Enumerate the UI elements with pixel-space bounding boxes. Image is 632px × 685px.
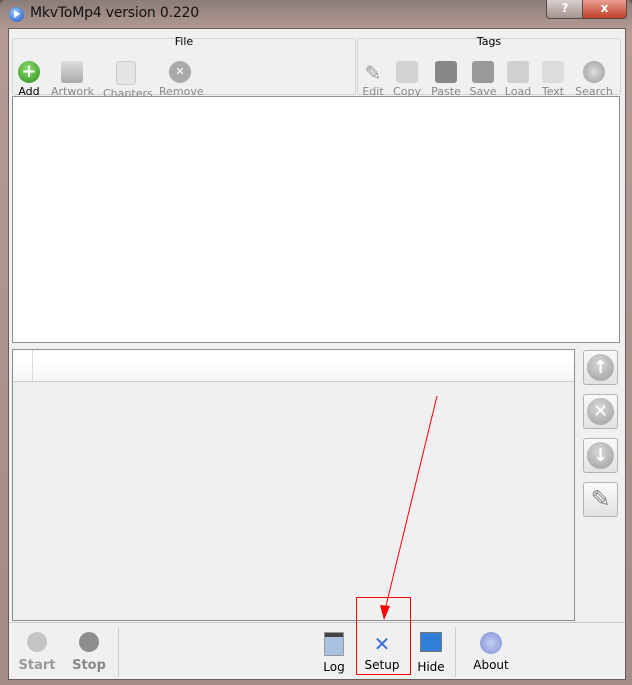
arrow-line: [384, 395, 438, 611]
arrow-head: [380, 605, 390, 620]
annotation-arrow: [380, 395, 438, 620]
